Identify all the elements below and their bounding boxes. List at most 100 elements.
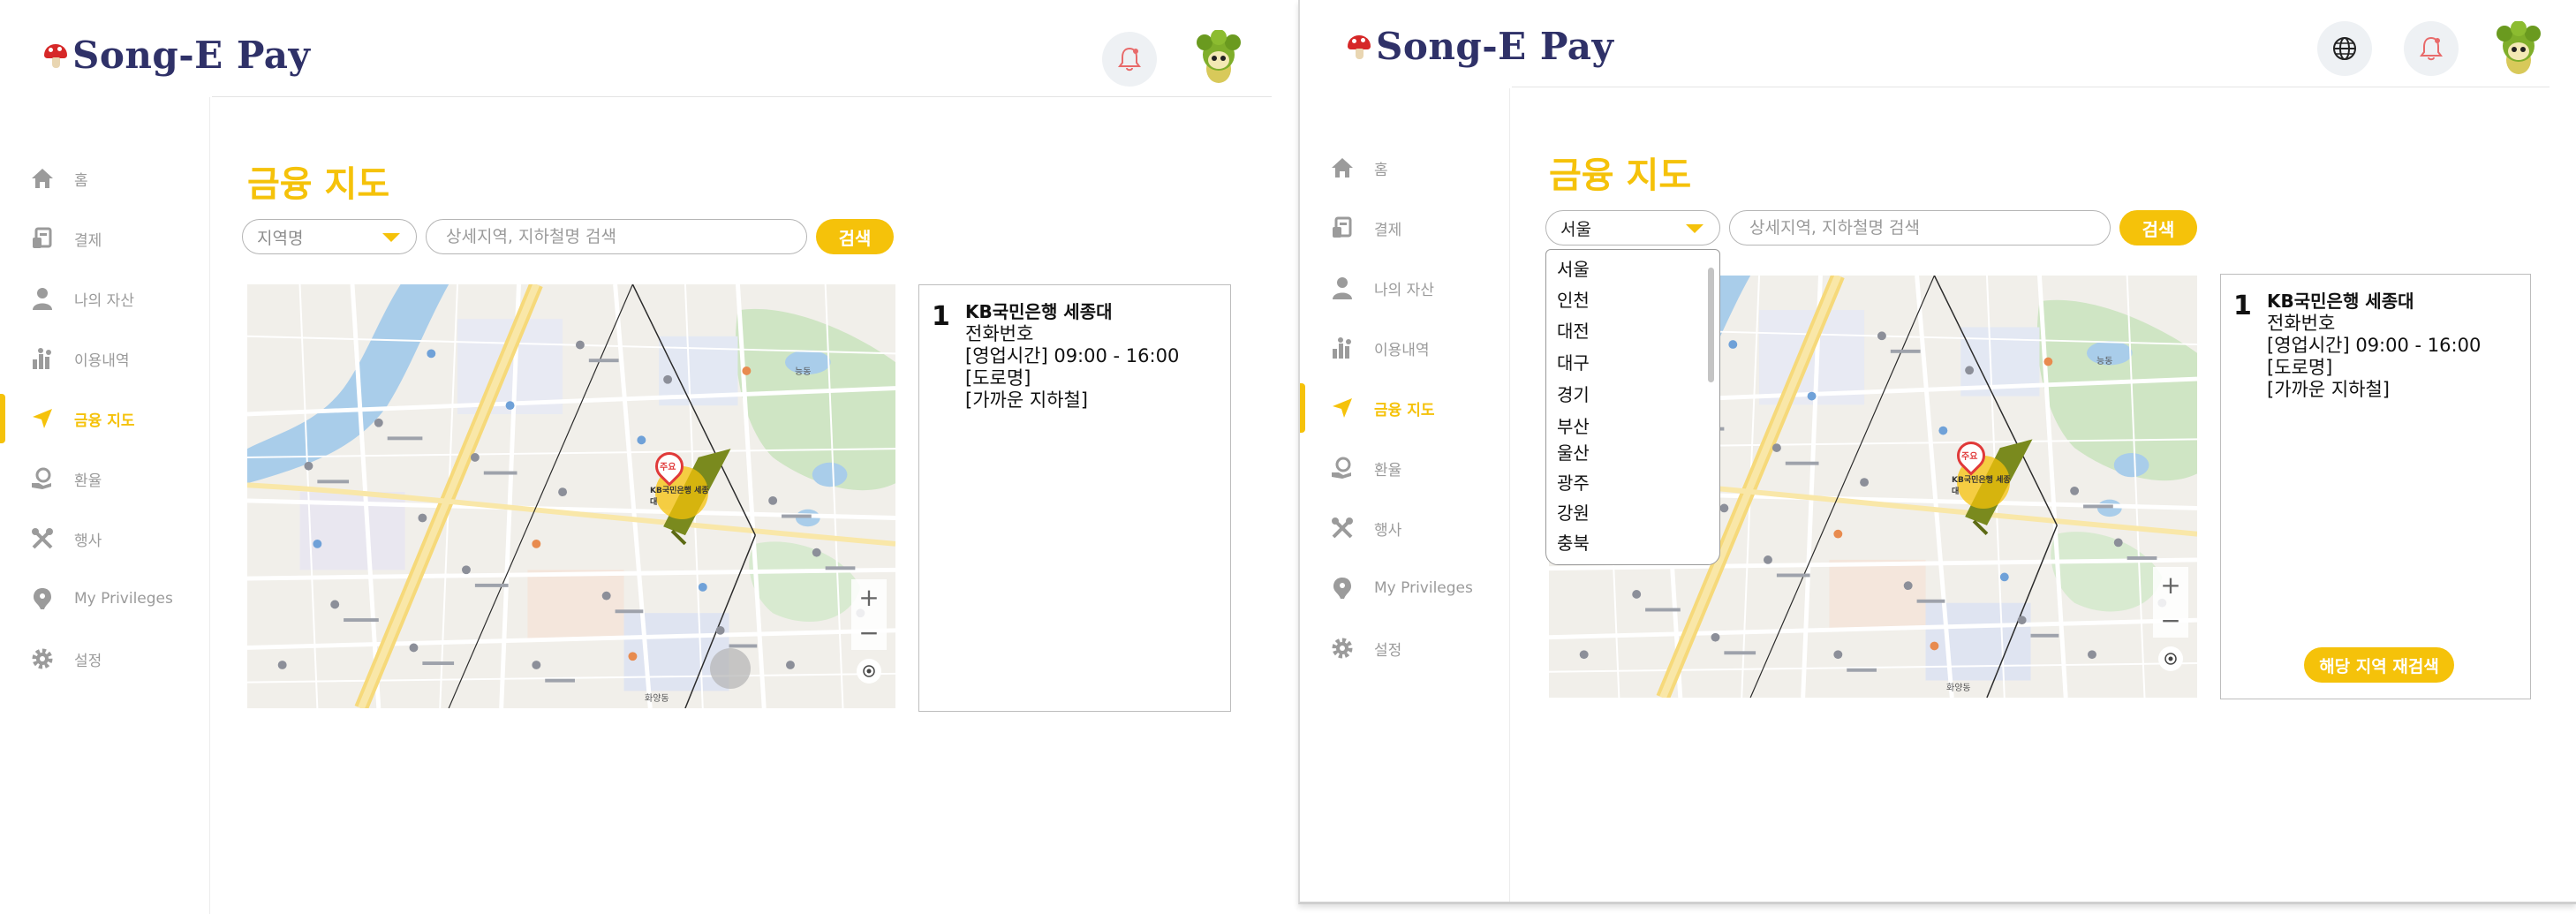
caret-down-icon: [1686, 224, 1703, 233]
dropdown-option[interactable]: 울산: [1557, 439, 1590, 465]
language-button[interactable]: [2317, 21, 2372, 76]
dropdown-option[interactable]: 경기: [1557, 381, 1590, 406]
zoom-control: + −: [851, 579, 887, 650]
current-location-button[interactable]: [2158, 646, 2183, 671]
zoom-in-button[interactable]: +: [851, 579, 887, 615]
dropdown-scrollbar[interactable]: [1708, 268, 1714, 382]
dropdown-option[interactable]: 광주: [1557, 469, 1590, 495]
app-logo[interactable]: Song-E Pay: [44, 34, 310, 77]
map-view[interactable]: 주요 KB국민은행 세종대 화양동 능동 + −: [247, 284, 895, 708]
zoom-out-button[interactable]: −: [851, 615, 887, 650]
sidebar-item-payment[interactable]: 결제: [0, 214, 210, 263]
region-dropdown-list[interactable]: 서울 인천 대전 대구 경기 부산 울산 광주 강원 충북: [1545, 249, 1720, 565]
tools-icon: [1330, 516, 1355, 540]
mushroom-logo-icon: [44, 42, 67, 69]
sidebar-item-label: 설정: [74, 652, 102, 670]
map-area-label: 화양동: [645, 694, 669, 704]
caret-down-icon: [382, 233, 400, 242]
tools-icon: [30, 526, 55, 551]
road-address-label: [도로명]: [965, 367, 1031, 389]
sidebar-item-events[interactable]: 행사: [0, 514, 210, 563]
sidebar-item-exchange[interactable]: 환율: [1300, 443, 1510, 493]
dropdown-option[interactable]: 인천: [1557, 286, 1590, 312]
sidebar-item-settings[interactable]: 설정: [0, 634, 210, 684]
marker-label: KB국민은행 세종대: [650, 487, 709, 507]
sidebar-item-finance-map[interactable]: 금융 지도: [1300, 383, 1510, 433]
page-title: 금융 지도: [1549, 155, 1692, 196]
sidebar-item-settings[interactable]: 설정: [1300, 623, 1510, 673]
nearest-subway-label: [가까운 지하철]: [2267, 379, 2390, 400]
sidebar-item-label: 행사: [74, 532, 102, 550]
marker-label: KB국민은행 세종대: [1952, 476, 2011, 496]
bank-name: KB국민은행 세종대: [965, 301, 1113, 322]
privilege-icon: [30, 586, 55, 611]
sidebar-item-events[interactable]: 행사: [1300, 503, 1510, 553]
search-input[interactable]: [426, 219, 807, 254]
composite-screenshot: Song-E Pay 홈 결제 나의 자산 이용내역 금융 지도 환율 행사 M…: [0, 0, 2576, 914]
avatar[interactable]: [2492, 20, 2545, 78]
sidebar-item-my-assets[interactable]: 나의 자산: [0, 274, 210, 323]
sidebar-item-my-assets[interactable]: 나의 자산: [1300, 263, 1510, 313]
crosshair-icon: [863, 665, 875, 677]
zoom-in-button[interactable]: +: [2153, 567, 2188, 602]
globe-icon: [2333, 37, 2356, 60]
sidebar-item-my-privileges[interactable]: My Privileges: [0, 574, 210, 623]
sidebar-item-label: 금융 지도: [1374, 401, 1435, 419]
research-area-button[interactable]: 해당 지역 재검색: [2304, 647, 2454, 683]
result-item[interactable]: KB국민은행 세종대 전화번호 [영업시간] 09:00 - 16:00 [도로…: [2267, 291, 2481, 401]
zoom-out-button[interactable]: −: [2153, 602, 2188, 638]
navigation-icon: [1330, 396, 1355, 420]
sidebar-item-label: 나의 자산: [74, 291, 134, 310]
dropdown-option[interactable]: 서울: [1557, 255, 1590, 281]
search-button[interactable]: 검색: [2119, 210, 2197, 245]
search-input[interactable]: [1729, 210, 2111, 245]
bell-icon: [1118, 47, 1141, 72]
sidebar: 홈 결제 나의 자산 이용내역 금융 지도 환율 행사 My Privilege…: [1300, 88, 1510, 902]
dropdown-option[interactable]: 부산: [1557, 412, 1590, 438]
region-select[interactable]: 서울: [1545, 210, 1720, 245]
app-logo[interactable]: Song-E Pay: [1348, 25, 1613, 68]
screen-right: Song-E Pay 홈 결제 나의 자산 이용내역 금융 지도 환율 행사 M…: [1298, 0, 2576, 904]
search-button[interactable]: 검색: [816, 219, 894, 254]
map-area-label: 화양동: [1946, 684, 1971, 693]
sidebar-item-exchange[interactable]: 환율: [0, 454, 210, 503]
page-title: 금융 지도: [247, 164, 390, 205]
sidebar-item-label: My Privileges: [1374, 579, 1473, 597]
sidebar-item-label: 환율: [74, 472, 102, 490]
current-location-button[interactable]: [857, 659, 881, 684]
sidebar-item-home[interactable]: 홈: [0, 154, 210, 203]
sidebar-item-label: 홈: [74, 171, 88, 190]
sidebar-item-payment[interactable]: 결제: [1300, 203, 1510, 253]
map-area-label: 능동: [795, 367, 812, 377]
sidebar-item-label: 행사: [1374, 521, 1402, 540]
mushroom-logo-icon: [1348, 34, 1371, 60]
gear-icon: [30, 646, 55, 671]
dropdown-option[interactable]: 대구: [1557, 349, 1590, 374]
gear-icon: [1330, 636, 1355, 661]
dropdown-option[interactable]: 충북: [1557, 529, 1590, 555]
history-icon: [30, 346, 55, 371]
app-name: Song-E Pay: [1376, 25, 1614, 68]
user-icon: [30, 286, 55, 311]
sidebar: 홈 결제 나의 자산 이용내역 금융 지도 환율 행사 My Privilege…: [0, 97, 210, 914]
dropdown-option[interactable]: 강원: [1557, 499, 1590, 525]
hours-label: [영업시간] 09:00 - 16:00: [2267, 335, 2482, 356]
sidebar-item-history[interactable]: 이용내역: [1300, 323, 1510, 373]
notification-button[interactable]: [1102, 32, 1157, 87]
sidebar-item-label: 환율: [1374, 461, 1402, 480]
active-indicator: [0, 394, 5, 443]
notification-button[interactable]: [2404, 21, 2459, 76]
home-icon: [1330, 155, 1355, 180]
sidebar-item-history[interactable]: 이용내역: [0, 334, 210, 383]
result-panel: 1 KB국민은행 세종대 전화번호 [영업시간] 09:00 - 16:00 […: [918, 284, 1231, 712]
dropdown-option[interactable]: 대전: [1557, 317, 1590, 343]
avatar[interactable]: [1192, 29, 1245, 87]
region-select[interactable]: 지역명: [242, 219, 417, 254]
map-tiles: [247, 284, 895, 708]
sidebar-item-my-privileges[interactable]: My Privileges: [1300, 563, 1510, 613]
phone-label: 전화번호: [965, 323, 1034, 344]
result-item[interactable]: KB국민은행 세종대 전화번호 [영업시간] 09:00 - 16:00 [도로…: [965, 301, 1179, 412]
sidebar-item-finance-map[interactable]: 금융 지도: [0, 394, 210, 443]
sidebar-item-home[interactable]: 홈: [1300, 143, 1510, 193]
exchange-icon: [1330, 456, 1355, 480]
